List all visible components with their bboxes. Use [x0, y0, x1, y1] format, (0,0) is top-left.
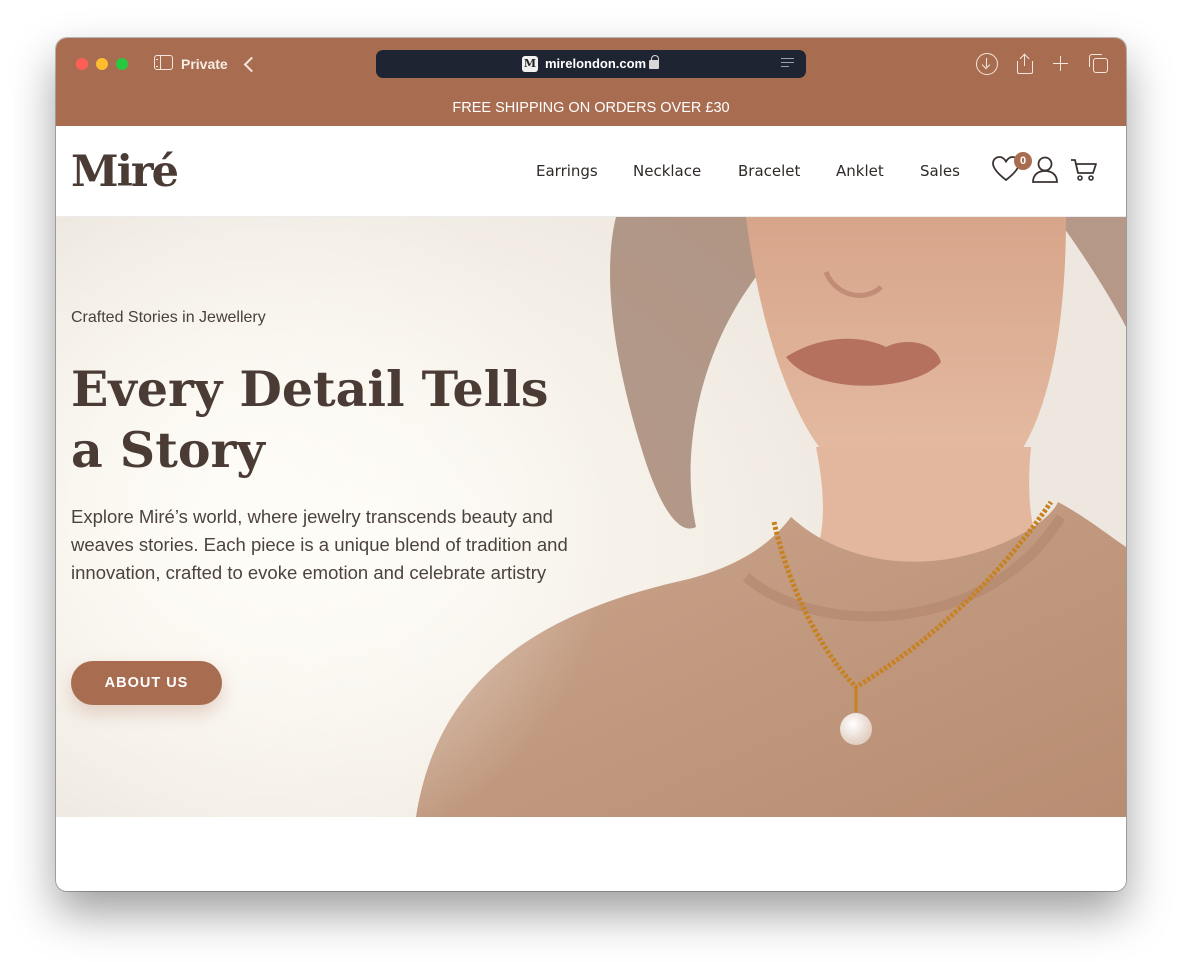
zoom-window-button[interactable]	[116, 58, 128, 70]
download-icon[interactable]	[976, 53, 998, 75]
page-content-below-hero	[56, 817, 1126, 891]
private-mode-label: Private	[181, 56, 228, 72]
wishlist-count-badge: 0	[1014, 152, 1032, 170]
nav-sales[interactable]: Sales	[920, 162, 960, 180]
hero-description: Explore Miré’s world, where jewelry tran…	[71, 506, 568, 583]
lock-icon	[649, 55, 659, 69]
site-favicon: M	[522, 56, 538, 72]
cart-icon[interactable]	[1070, 158, 1098, 182]
about-us-button[interactable]: ABOUT US	[71, 661, 222, 705]
hero-title: Every Detail Tells a Story	[71, 360, 549, 479]
site-logo[interactable]: Miré	[71, 147, 179, 197]
share-icon[interactable]	[1014, 53, 1036, 75]
reader-mode-icon[interactable]	[781, 57, 794, 71]
user-icon[interactable]	[1031, 155, 1059, 183]
nav-bracelet[interactable]: Bracelet	[738, 162, 800, 180]
browser-toolbar: Private M mirelondon.com	[56, 38, 1126, 90]
nav-necklace[interactable]: Necklace	[633, 162, 701, 180]
hero-section: Crafted Stories in Jewellery Every Detai…	[56, 217, 1126, 817]
minimize-window-button[interactable]	[96, 58, 108, 70]
nav-anklet[interactable]: Anklet	[836, 162, 884, 180]
new-tab-icon[interactable]	[1050, 53, 1072, 75]
hero-kicker: Crafted Stories in Jewellery	[71, 309, 266, 326]
address-bar[interactable]: M mirelondon.com	[376, 50, 806, 78]
back-button[interactable]	[242, 53, 256, 75]
promo-banner: FREE SHIPPING ON ORDERS OVER £30	[56, 90, 1126, 126]
nav-earrings[interactable]: Earrings	[536, 162, 598, 180]
url-text: mirelondon.com	[545, 56, 647, 71]
site-header: Miré Earrings Necklace Bracelet Anklet S…	[56, 126, 1126, 217]
close-window-button[interactable]	[76, 58, 88, 70]
tab-overview-icon[interactable]	[1087, 53, 1109, 75]
browser-window: Private M mirelondon.com FREE SHIPPING O…	[56, 38, 1126, 891]
sidebar-toggle-icon[interactable]	[154, 55, 173, 70]
promo-text: FREE SHIPPING ON ORDERS OVER £30	[452, 100, 730, 116]
